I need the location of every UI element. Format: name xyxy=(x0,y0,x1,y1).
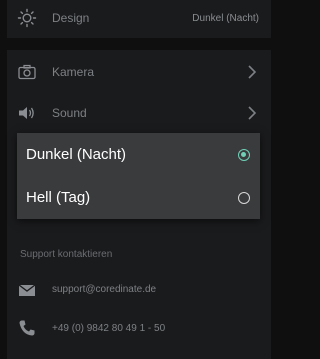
option-light[interactable]: Hell (Tag) xyxy=(17,176,260,219)
option-light-label: Hell (Tag) xyxy=(26,189,91,206)
option-dark-label: Dunkel (Nacht) xyxy=(26,146,127,163)
radio-unselected-icon[interactable] xyxy=(238,191,250,204)
design-choice-dialog: Dunkel (Nacht) Hell (Tag) xyxy=(17,133,260,219)
option-dark[interactable]: Dunkel (Nacht) xyxy=(17,133,260,176)
radio-selected-icon[interactable] xyxy=(238,148,250,161)
